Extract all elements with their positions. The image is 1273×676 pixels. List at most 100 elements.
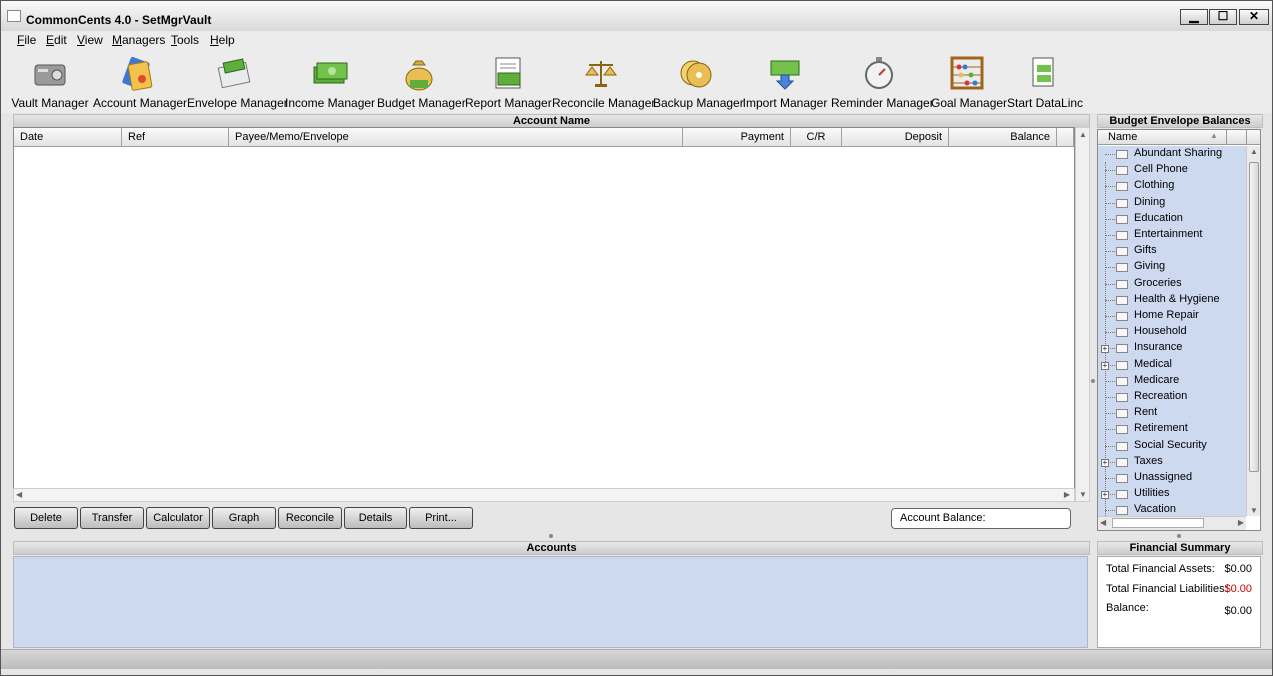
scroll-left-icon[interactable]: ◀: [1100, 518, 1106, 527]
accounts-header: Accounts: [13, 541, 1090, 555]
envelope-column-name[interactable]: Name: [1108, 131, 1137, 143]
expand-icon[interactable]: +: [1101, 458, 1109, 467]
envelope-horizontal-scrollbar[interactable]: ◀ ▶: [1098, 516, 1246, 530]
backup-manager-button[interactable]: Backup Manager: [653, 49, 744, 111]
minimize-button[interactable]: ▁: [1180, 9, 1208, 25]
expand-icon[interactable]: +: [1101, 491, 1109, 500]
expand-icon[interactable]: +: [1101, 345, 1109, 354]
scroll-up-icon[interactable]: ▲: [1079, 130, 1087, 139]
envelope-item[interactable]: Clothing: [1098, 178, 1246, 194]
transaction-grid[interactable]: Date Ref Payee/Memo/Envelope Payment C/R…: [13, 127, 1075, 501]
column-ref[interactable]: Ref: [122, 128, 229, 147]
envelope-tree[interactable]: Name ▲ Abundant Sharing Cell Phone Clothin…: [1097, 129, 1261, 531]
envelope-item[interactable]: + Utilities: [1098, 486, 1246, 502]
envelope-item[interactable]: Cell Phone: [1098, 162, 1246, 178]
scroll-down-icon[interactable]: ▼: [1079, 490, 1087, 499]
expand-icon[interactable]: +: [1101, 361, 1109, 370]
reminder-manager-button[interactable]: Reminder Manager: [831, 49, 934, 111]
vault-icon: [34, 64, 66, 86]
column-balance[interactable]: Balance: [949, 128, 1057, 147]
start-datalinc-label: Start DataLinc: [1007, 96, 1084, 110]
envelope-item[interactable]: Unassigned: [1098, 470, 1246, 486]
scroll-right-icon[interactable]: ▶: [1238, 518, 1244, 527]
reconcile-button[interactable]: Reconcile: [278, 507, 342, 529]
envelope-item[interactable]: Retirement: [1098, 421, 1246, 437]
envelope-item[interactable]: Giving: [1098, 259, 1246, 275]
calculator-button[interactable]: Calculator: [146, 507, 210, 529]
menu-file[interactable]: File: [17, 33, 36, 47]
menu-tools[interactable]: Tools: [171, 33, 199, 47]
balance-value: $0.00: [1224, 605, 1252, 617]
account-manager-button[interactable]: Account Manager: [93, 49, 187, 111]
goal-manager-button[interactable]: Goal Manager: [931, 49, 1007, 111]
envelope-item-label: Retirement: [1134, 422, 1188, 435]
maximize-button[interactable]: ☐: [1209, 9, 1237, 25]
graph-button[interactable]: Graph: [212, 507, 276, 529]
scroll-right-icon[interactable]: ▶: [1064, 490, 1070, 499]
column-cr[interactable]: C/R: [791, 128, 842, 147]
column-date[interactable]: Date: [14, 128, 122, 147]
envelope-icon: [1116, 490, 1128, 500]
vault-manager-button[interactable]: Vault Manager: [11, 49, 89, 111]
print-button[interactable]: Print...: [409, 507, 473, 529]
envelope-item[interactable]: Recreation: [1098, 389, 1246, 405]
envelope-icon: [1116, 506, 1128, 516]
scroll-thumb[interactable]: [1249, 162, 1259, 472]
menu-help[interactable]: Help: [210, 33, 235, 47]
grid-vertical-scrollbar[interactable]: ▲ ▼: [1075, 127, 1090, 502]
envelope-item[interactable]: Home Repair: [1098, 308, 1246, 324]
envelope-icon: [1116, 328, 1128, 338]
menu-view[interactable]: View: [77, 33, 103, 47]
start-datalinc-button[interactable]: Start DataLinc: [1007, 49, 1084, 111]
envelope-icon: [1116, 312, 1128, 321]
envelope-item[interactable]: Education: [1098, 211, 1246, 227]
envelope-manager-button[interactable]: Envelope Manager: [187, 49, 288, 111]
tree-connector: [1105, 299, 1115, 301]
envelope-item[interactable]: Household: [1098, 324, 1246, 340]
envelope-item[interactable]: Dining: [1098, 195, 1246, 211]
envelope-item[interactable]: + Taxes: [1098, 454, 1246, 470]
envelope-item[interactable]: + Insurance: [1098, 340, 1246, 356]
envelope-item[interactable]: Groceries: [1098, 276, 1246, 292]
envelope-item[interactable]: Health & Hygiene: [1098, 292, 1246, 308]
horizontal-splitter-handle[interactable]: [549, 534, 553, 538]
column-deposit[interactable]: Deposit: [842, 128, 949, 147]
accounts-list[interactable]: [13, 556, 1088, 648]
tree-connector: [1105, 397, 1115, 398]
scroll-up-icon[interactable]: ▲: [1250, 147, 1258, 156]
tree-connector: [1105, 218, 1115, 220]
report-manager-button[interactable]: Report Manager: [465, 49, 552, 111]
datalinc-icon: [1032, 57, 1054, 87]
envelope-item[interactable]: Medicare: [1098, 373, 1246, 389]
reconcile-manager-button[interactable]: Reconcile Manager: [552, 49, 655, 111]
envelope-item[interactable]: Abundant Sharing: [1098, 146, 1246, 162]
delete-button[interactable]: Delete: [14, 507, 78, 529]
envelope-item[interactable]: Vacation: [1098, 502, 1246, 516]
budget-manager-button[interactable]: Budget Manager: [377, 49, 466, 111]
grid-horizontal-scrollbar[interactable]: ◀ ▶: [13, 488, 1075, 502]
close-button[interactable]: ✕: [1239, 9, 1269, 25]
import-manager-button[interactable]: Import Manager: [742, 49, 828, 111]
transfer-button[interactable]: Transfer: [80, 507, 144, 529]
envelope-icon: [1116, 182, 1128, 192]
envelope-item[interactable]: Social Security: [1098, 438, 1246, 454]
envelope-item[interactable]: Rent: [1098, 405, 1246, 421]
envelope-item[interactable]: Gifts: [1098, 243, 1246, 259]
column-payee[interactable]: Payee/Memo/Envelope: [229, 128, 683, 147]
scroll-left-icon[interactable]: ◀: [16, 490, 22, 499]
envelope-item[interactable]: Entertainment: [1098, 227, 1246, 243]
envelope-item[interactable]: + Medical: [1098, 357, 1246, 373]
vertical-splitter-handle[interactable]: [1091, 379, 1095, 383]
envelope-item-label: Home Repair: [1134, 309, 1199, 321]
envelope-vertical-scrollbar[interactable]: ▲ ▼: [1246, 146, 1260, 516]
scroll-down-icon[interactable]: ▼: [1250, 506, 1258, 515]
column-payment[interactable]: Payment: [683, 128, 791, 147]
total-assets-label: Total Financial Assets:: [1106, 563, 1215, 575]
menu-edit[interactable]: Edit: [46, 33, 67, 47]
right-splitter-handle[interactable]: [1177, 534, 1181, 538]
details-button[interactable]: Details: [344, 507, 407, 529]
income-manager-button[interactable]: Income Manager: [285, 49, 375, 111]
scroll-thumb[interactable]: [1112, 518, 1204, 528]
financial-summary-header: Financial Summary: [1097, 541, 1263, 555]
menu-managers[interactable]: Managers: [112, 33, 165, 47]
